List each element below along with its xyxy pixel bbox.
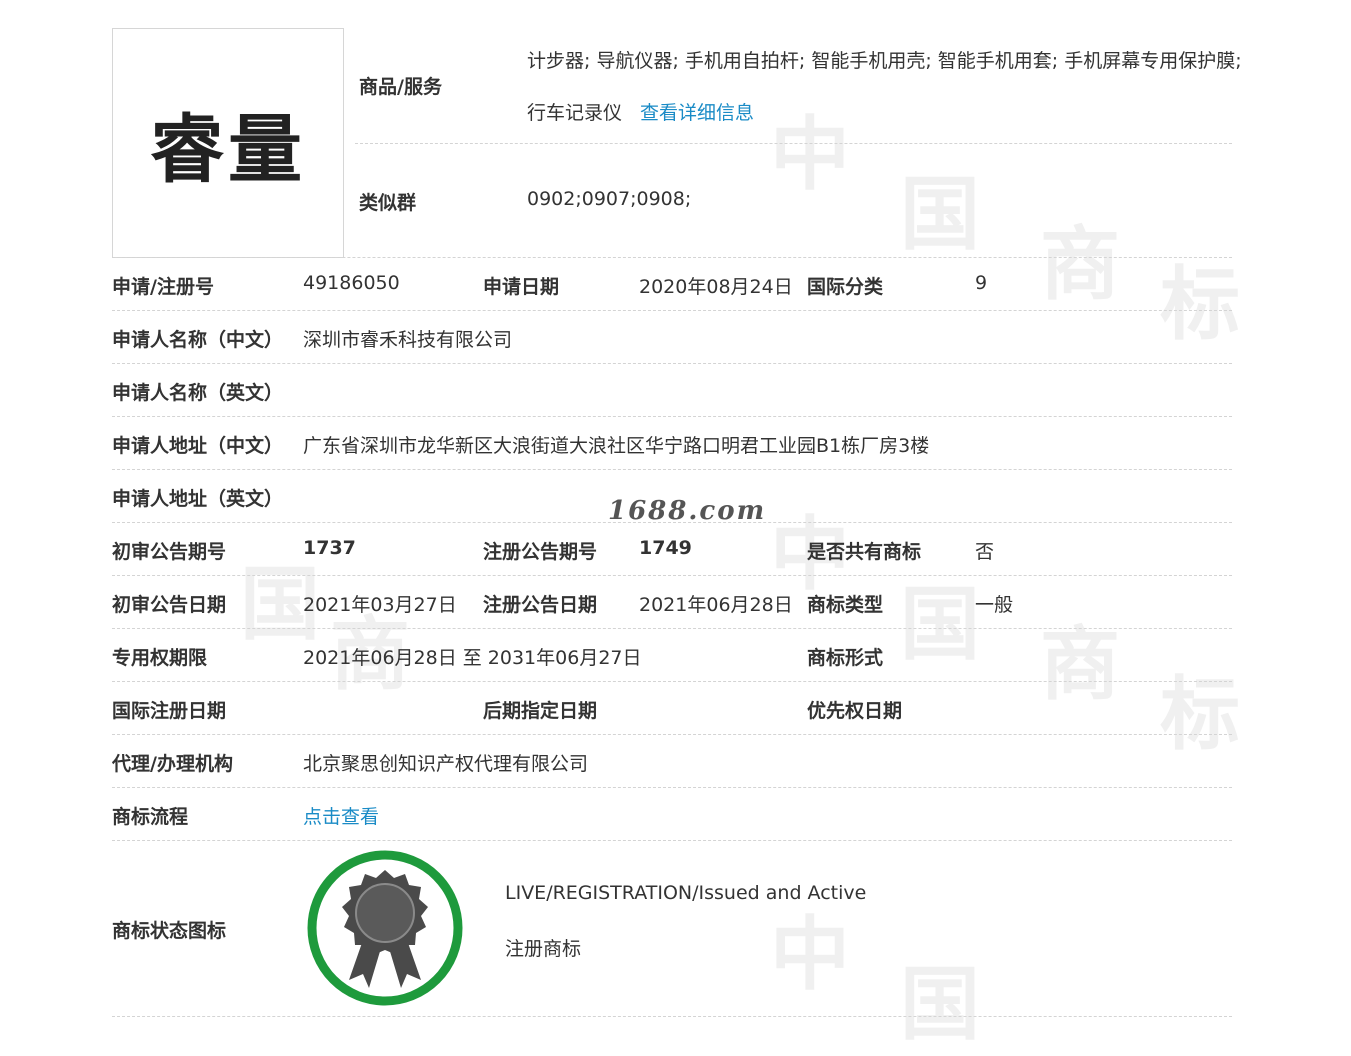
prelim-issue-label: 初审公告期号	[112, 541, 227, 563]
applicant-en-label: 申请人名称（英文）	[112, 382, 284, 404]
status-cn: 注册商标	[505, 938, 582, 960]
registered-badge-icon	[307, 850, 463, 1006]
shared-value: 否	[975, 541, 995, 563]
trademark-image: 睿量	[112, 28, 344, 258]
prelim-date-value: 2021年03月27日	[303, 594, 457, 616]
divider	[112, 1016, 1232, 1017]
trademark-logo-text: 睿量	[150, 106, 306, 193]
divider	[112, 681, 1232, 682]
status-icon-label: 商标状态图标	[112, 920, 227, 942]
divider	[112, 310, 1232, 311]
divider	[112, 257, 1232, 258]
address-en-label: 申请人地址（英文）	[112, 488, 284, 510]
apply-date-value: 2020年08月24日	[639, 276, 793, 298]
divider	[112, 628, 1232, 629]
tm-form-label: 商标形式	[807, 647, 884, 669]
prelim-issue-value: 1737	[303, 537, 356, 559]
intl-reg-date-label: 国际注册日期	[112, 700, 227, 722]
reg-no-value: 49186050	[303, 272, 400, 294]
reg-issue-label: 注册公告期号	[483, 541, 598, 563]
divider	[112, 416, 1232, 417]
intl-class-value: 9	[975, 272, 988, 294]
divider	[112, 575, 1232, 576]
goods-items-line2: 行车记录仪	[527, 102, 623, 124]
site-watermark: 1688.com	[608, 496, 767, 526]
shared-label: 是否共有商标	[807, 541, 922, 563]
process-link[interactable]: 点击查看	[303, 802, 379, 829]
view-details-link[interactable]: 查看详细信息	[640, 98, 754, 125]
reg-no-label: 申请/注册号	[112, 276, 214, 298]
status-en: LIVE/REGISTRATION/Issued and Active	[505, 882, 867, 904]
tm-type-label: 商标类型	[807, 594, 884, 616]
applicant-cn-label: 申请人名称（中文）	[112, 329, 284, 351]
divider	[112, 840, 1232, 841]
tm-type-value: 一般	[975, 594, 1014, 616]
process-label: 商标流程	[112, 806, 189, 828]
divider	[112, 363, 1232, 364]
divider	[355, 143, 1232, 144]
goods-items-line1: 计步器; 导航仪器; 手机用自拍杆; 智能手机用壳; 智能手机用套; 手机屏幕专…	[527, 50, 1242, 72]
goods-label: 商品/服务	[359, 76, 442, 98]
priority-date-label: 优先权日期	[807, 700, 903, 722]
divider	[112, 734, 1232, 735]
similar-group-value: 0902;0907;0908;	[527, 188, 692, 210]
similar-group-label: 类似群	[359, 192, 417, 214]
reg-date-value: 2021年06月28日	[639, 594, 793, 616]
divider	[112, 787, 1232, 788]
prelim-date-label: 初审公告日期	[112, 594, 227, 616]
intl-class-label: 国际分类	[807, 276, 884, 298]
later-date-label: 后期指定日期	[483, 700, 598, 722]
reg-issue-value: 1749	[639, 537, 692, 559]
apply-date-label: 申请日期	[483, 276, 560, 298]
agency-value: 北京聚思创知识产权代理有限公司	[303, 753, 589, 775]
address-cn-label: 申请人地址（中文）	[112, 435, 284, 457]
applicant-cn-value: 深圳市睿禾科技有限公司	[303, 329, 513, 351]
exclusive-value: 2021年06月28日 至 2031年06月27日	[303, 647, 642, 669]
agency-label: 代理/办理机构	[112, 753, 233, 775]
reg-date-label: 注册公告日期	[483, 594, 598, 616]
address-cn-value: 广东省深圳市龙华新区大浪街道大浪社区华宁路口明君工业园B1栋厂房3楼	[303, 435, 930, 457]
divider	[112, 469, 1232, 470]
exclusive-label: 专用权期限	[112, 647, 208, 669]
